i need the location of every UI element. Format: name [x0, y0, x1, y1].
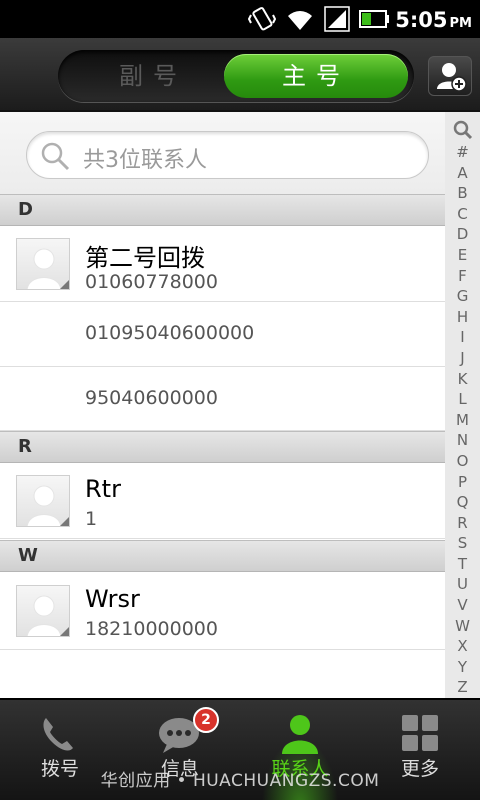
- index-letter[interactable]: S: [445, 533, 480, 554]
- index-letter[interactable]: I: [445, 327, 480, 348]
- contact-number: 01095040600000: [85, 322, 255, 344]
- index-letter[interactable]: D: [445, 224, 480, 245]
- index-letter[interactable]: Z: [445, 677, 480, 698]
- index-letter[interactable]: W: [445, 616, 480, 637]
- contact-name: Wrsr: [85, 585, 140, 613]
- section-header: R: [0, 431, 445, 463]
- index-letter[interactable]: B: [445, 183, 480, 204]
- tab-dialer[interactable]: 拨号: [0, 700, 120, 800]
- index-letter[interactable]: F: [445, 266, 480, 287]
- index-letter[interactable]: O: [445, 451, 480, 472]
- avatar: [16, 475, 70, 527]
- search-bar: 共3位联系人: [0, 112, 445, 194]
- tab-messages[interactable]: 信息: [120, 700, 240, 800]
- add-contact-icon: [437, 63, 467, 92]
- grid-icon: [402, 715, 438, 751]
- index-search-icon[interactable]: [453, 120, 473, 140]
- index-letter[interactable]: P: [445, 472, 480, 493]
- tab-more[interactable]: 更多: [360, 700, 480, 800]
- contact-name: 第二号回拨: [85, 244, 205, 272]
- contact-icon: [282, 715, 318, 754]
- header: 副号 主号: [0, 38, 480, 112]
- signal-icon: [324, 6, 350, 32]
- clock: 5:05 PM: [395, 8, 472, 32]
- tab-primary-number[interactable]: 主号: [224, 54, 408, 98]
- index-letter[interactable]: E: [445, 245, 480, 266]
- contact-list[interactable]: 共3位联系人 D 第二号回拨 01060778000 0109504060000…: [0, 112, 445, 698]
- index-letter[interactable]: K: [445, 369, 480, 390]
- contact-number: 18210000000: [85, 618, 218, 640]
- contact-row[interactable]: Rtr 1: [0, 463, 445, 539]
- contact-number: 01060778000: [85, 271, 218, 293]
- search-input[interactable]: 共3位联系人: [26, 131, 429, 179]
- contact-row[interactable]: Wrsr 18210000000: [0, 572, 445, 650]
- index-letter[interactable]: #: [445, 142, 480, 163]
- bottom-tab-bar: 拨号 信息 2 联系人 更多 华创应用 • HUACHUANGZS.COM: [0, 698, 480, 800]
- contact-number: 95040600000: [85, 387, 218, 409]
- unread-badge: 2: [193, 707, 219, 733]
- index-letter[interactable]: J: [445, 348, 480, 369]
- wifi-icon: [288, 11, 312, 30]
- tab-contacts[interactable]: 联系人: [240, 700, 360, 800]
- search-icon: [41, 142, 70, 171]
- index-letter[interactable]: U: [445, 574, 480, 595]
- vibrate-icon: [248, 7, 276, 31]
- index-letter[interactable]: V: [445, 595, 480, 616]
- number-switch: 副号 主号: [58, 50, 414, 102]
- index-letter[interactable]: Y: [445, 657, 480, 678]
- tab-label: 联系人: [271, 758, 329, 780]
- index-letter[interactable]: X: [445, 636, 480, 657]
- contact-number-row[interactable]: 01095040600000: [0, 302, 445, 367]
- index-letter[interactable]: L: [445, 389, 480, 410]
- contact-number-row[interactable]: 95040600000: [0, 367, 445, 431]
- search-placeholder: 共3位联系人: [83, 148, 207, 173]
- alphabet-index[interactable]: # A B C D E F G H I J K L M N O P Q R S T U V W X Y Z: [445, 112, 480, 698]
- index-letter[interactable]: Q: [445, 492, 480, 513]
- avatar: [16, 238, 70, 290]
- tab-secondary-number[interactable]: 副号: [78, 50, 228, 102]
- status-bar: 5:05 PM: [0, 0, 480, 38]
- tab-label: 拨号: [40, 758, 79, 780]
- section-header: W: [0, 540, 445, 572]
- section-header: D: [0, 194, 445, 226]
- battery-icon: [359, 10, 389, 28]
- contact-name: Rtr: [85, 475, 121, 503]
- index-letter[interactable]: H: [445, 307, 480, 328]
- tab-label: 更多: [400, 758, 439, 780]
- phone-icon: [43, 718, 73, 751]
- contact-row[interactable]: 第二号回拨 01060778000: [0, 226, 445, 302]
- add-contact-button[interactable]: [428, 56, 472, 96]
- avatar: [16, 585, 70, 637]
- tab-label: 信息: [160, 758, 199, 780]
- index-letter[interactable]: N: [445, 430, 480, 451]
- index-letter[interactable]: G: [445, 286, 480, 307]
- contact-number: 1: [85, 508, 98, 530]
- index-letter[interactable]: C: [445, 204, 480, 225]
- index-letter[interactable]: R: [445, 513, 480, 534]
- index-letter[interactable]: A: [445, 163, 480, 184]
- index-letter[interactable]: T: [445, 554, 480, 575]
- index-letter[interactable]: M: [445, 410, 480, 431]
